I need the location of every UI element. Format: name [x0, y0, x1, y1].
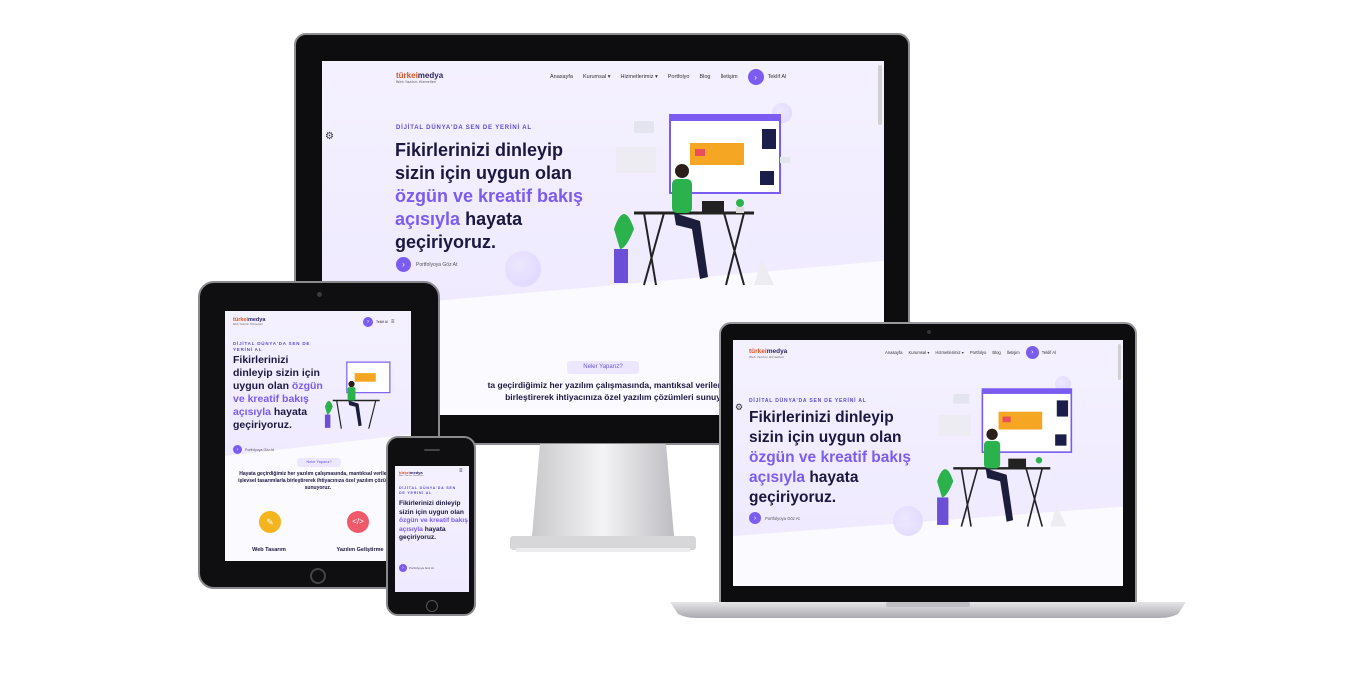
hero-kicker: DİJİTAL DÜNYA'DA SEN DE YERİNİ AL [396, 125, 532, 131]
nav-item-contact[interactable]: İletişim [721, 74, 738, 80]
nav-item-corporate[interactable]: Kurumsal ▾ [908, 350, 929, 355]
hero-illustration [614, 114, 790, 286]
macbook-device: türkeimedya Web Yazılım Hizmetleri Anasa… [719, 322, 1137, 604]
hero-illustration [937, 388, 1073, 527]
hero-kicker: DİJİTAL DÜNYA'DA SEN DE YERİNİ AL [399, 486, 456, 495]
phone-screen: türkeimedya Web Yazılım Hizmetleri ≡ DİJ… [395, 466, 469, 592]
laptop-screen: türkeimedya Web Yazılım Hizmetleri Anasa… [733, 340, 1123, 586]
phone-home-button[interactable] [426, 600, 438, 612]
site-logo[interactable]: türkeimedya Web Yazılım Hizmetleri [399, 470, 424, 477]
nav-item-services[interactable]: Hizmetlerimiz ▾ [620, 74, 657, 80]
main-nav: Anasayfa Kurumsal ▾ Hizmetlerimiz ▾ Port… [550, 69, 786, 85]
phone-speaker [424, 449, 440, 451]
chevron-right-icon: › [233, 445, 242, 454]
site-logo[interactable]: türkeimedya Web Yazılım Hizmetleri [233, 317, 265, 326]
hero-headline: Fikirlerinizi dinleyip sizin için uygun … [395, 140, 584, 252]
hamburger-icon[interactable]: ≡ [391, 319, 395, 325]
section-pill: Neler Yaparız? [297, 458, 341, 467]
nav-item-portfolio[interactable]: Portfolyo [970, 350, 987, 355]
chevron-right-icon: › [399, 564, 407, 572]
main-nav: Anasayfa Kurumsal ▾ Hizmetlerimiz ▾ Port… [885, 346, 1056, 359]
nav-item-home[interactable]: Anasayfa [550, 74, 573, 80]
hero-illustration [324, 361, 391, 429]
chevron-right-icon: › [749, 512, 761, 524]
nav-item-corporate[interactable]: Kurumsal ▾ [583, 74, 611, 80]
laptop-camera [927, 330, 931, 334]
chevron-right-icon[interactable]: › [363, 317, 373, 327]
portfolio-link[interactable]: › Portfolyoya Göz At [749, 512, 800, 524]
scrollbar[interactable] [878, 65, 882, 125]
section-text: Hayata geçirdiğimiz her yazılım çalışmas… [238, 471, 398, 491]
chevron-right-icon: › [747, 69, 764, 85]
decor-bubble [893, 506, 923, 536]
hero-headline: Fikirlerinizi dinleyip sizin için uygun … [399, 500, 468, 541]
gear-icon[interactable]: ⚙ [735, 402, 743, 413]
tablet-camera [317, 292, 322, 297]
nav-item-portfolio[interactable]: Portfolyo [668, 74, 690, 80]
service-title-web-design[interactable]: Web Tasarım [239, 547, 299, 553]
portfolio-link[interactable]: › Portfolyoya Göz At [399, 564, 434, 572]
nav-item-home[interactable]: Anasayfa [885, 350, 902, 355]
web-design-icon: ✎ [259, 511, 281, 533]
site-logo[interactable]: türkeimedya Web Yazılım Hizmetleri [396, 71, 443, 84]
nav-cta-button[interactable]: › Teklif Al [747, 69, 786, 85]
portfolio-link[interactable]: › Portfolyoya Göz At [233, 445, 274, 454]
nav-item-services[interactable]: Hizmetlerimiz ▾ [935, 350, 963, 355]
phone-device: türkeimedya Web Yazılım Hizmetleri ≡ DİJ… [386, 436, 476, 616]
gear-icon[interactable]: ⚙ [325, 131, 334, 142]
hero-kicker: DİJİTAL DÜNYA'DA SEN DE YERİNİ AL [233, 341, 311, 352]
nav-item-blog[interactable]: Blog [992, 350, 1000, 355]
hamburger-icon[interactable]: ≡ [459, 468, 463, 474]
hero-kicker: DİJİTAL DÜNYA'DA SEN DE YERİNİ AL [749, 398, 867, 404]
hero-headline: Fikirlerinizi dinleyip sizin için uygun … [749, 409, 911, 506]
imac-stand [510, 444, 696, 552]
service-title-software[interactable]: Yazılım Geliştirme [325, 547, 395, 553]
tablet-screen: türkeimedya Web Yazılım Hizmetleri › Tek… [225, 311, 411, 561]
chevron-right-icon: › [1025, 346, 1039, 359]
section-pill: Neler Yaparız? [567, 361, 639, 374]
scrollbar[interactable] [1118, 344, 1121, 380]
code-icon: </> [347, 511, 369, 533]
tablet-nav: › Teklif Al ≡ [363, 317, 394, 327]
portfolio-link[interactable]: › Portfolyoya Göz At [396, 257, 457, 272]
macbook-base [670, 602, 1186, 618]
nav-item-blog[interactable]: Blog [699, 74, 710, 80]
decor-bubble [505, 251, 541, 287]
tablet-home-button[interactable] [310, 568, 326, 584]
hero-headline: Fikirlerinizi dinleyip sizin için uygun … [233, 354, 323, 431]
nav-cta-button[interactable]: › Teklif Al [1025, 346, 1056, 359]
nav-item-contact[interactable]: İletişim [1007, 350, 1020, 355]
site-logo[interactable]: türkeimedya Web Yazılım Hizmetleri [749, 348, 787, 359]
chevron-right-icon: › [396, 257, 411, 272]
